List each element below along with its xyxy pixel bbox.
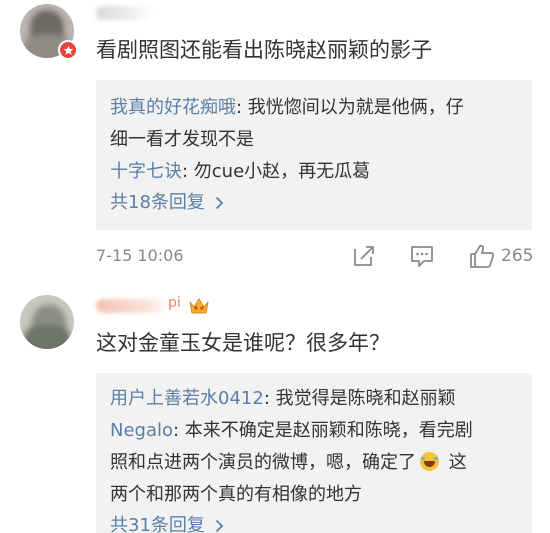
more-replies-link[interactable]: 共18条回复 (110, 188, 518, 218)
reply-username[interactable]: 十字七诀 (110, 161, 182, 182)
chevron-right-icon (215, 196, 224, 210)
reply-item: 我真的好花痴哦: 我恍惚间以为就是他俩，仔 细一看才发现不是 (110, 92, 518, 156)
chevron-right-icon (215, 519, 224, 533)
comment-meta-row: 7-15 10:06 265 (96, 242, 536, 272)
reply-text: : 我觉得是陈晓和赵丽颖 (263, 388, 456, 409)
reply-text: : 勿cue小赵，再无瓜葛 (182, 161, 371, 182)
reply-text-cont-after: 这 (443, 452, 467, 473)
comment-text: 看剧照图还能看出陈晓赵丽颖的影子 (96, 38, 432, 62)
reply-username[interactable]: 我真的好花痴哦 (110, 97, 236, 118)
comment-item: pi 这对金童玉女是谁呢？很多年？ 用户上善若水0412: 我觉得是陈晓和赵丽颖… (0, 285, 550, 533)
more-replies-label: 共31条回复 (110, 515, 205, 533)
avatar[interactable] (20, 295, 74, 349)
more-replies-link[interactable]: 共31条回复 (110, 511, 518, 533)
like-count: 265 (501, 246, 534, 266)
reply-username[interactable]: 用户上善若水0412 (110, 388, 264, 409)
like-icon[interactable] (468, 242, 496, 270)
share-icon[interactable] (350, 242, 378, 270)
avatar[interactable] (20, 4, 78, 60)
username-redacted[interactable] (96, 6, 154, 20)
verified-badge-icon (58, 40, 78, 60)
reply-text-cont: 照和点进两个演员的微博，嗯，确定了 (110, 452, 416, 473)
comment-time: 7-15 10:06 (96, 246, 184, 265)
more-replies-label: 共18条回复 (110, 192, 205, 213)
reply-item: Negalo: 本来不确定是赵丽颖和陈晓，看完剧 照和点进两个演员的微博，嗯，确… (110, 415, 518, 511)
comment-icon[interactable] (408, 242, 436, 270)
reply-text: : 我恍惚间以为就是他俩，仔 (236, 97, 464, 118)
username-redacted[interactable] (96, 299, 168, 313)
laughing-crying-emoji (420, 452, 439, 471)
reply-item: 十字七诀: 勿cue小赵，再无瓜葛 (110, 156, 518, 188)
reply-preview-box[interactable]: 用户上善若水0412: 我觉得是陈晓和赵丽颖 Negalo: 本来不确定是赵丽颖… (96, 373, 532, 533)
crown-icon (189, 298, 209, 314)
reply-username[interactable]: Negalo (110, 420, 173, 441)
username-visible[interactable]: pi (168, 295, 181, 311)
reply-item: 用户上善若水0412: 我觉得是陈晓和赵丽颖 (110, 383, 518, 415)
reply-text-cont: 细一看才发现不是 (110, 129, 254, 150)
comment-text: 这对金童玉女是谁呢？很多年？ (96, 331, 390, 355)
reply-text: : 本来不确定是赵丽颖和陈晓，看完剧 (173, 420, 473, 441)
reply-preview-box[interactable]: 我真的好花痴哦: 我恍惚间以为就是他俩，仔 细一看才发现不是 十字七诀: 勿cu… (96, 80, 532, 230)
reply-text-cont: 两个和那两个真的有相像的地方 (110, 484, 362, 505)
comment-item: 看剧照图还能看出陈晓赵丽颖的影子 我真的好花痴哦: 我恍惚间以为就是他俩，仔 细… (0, 0, 550, 285)
